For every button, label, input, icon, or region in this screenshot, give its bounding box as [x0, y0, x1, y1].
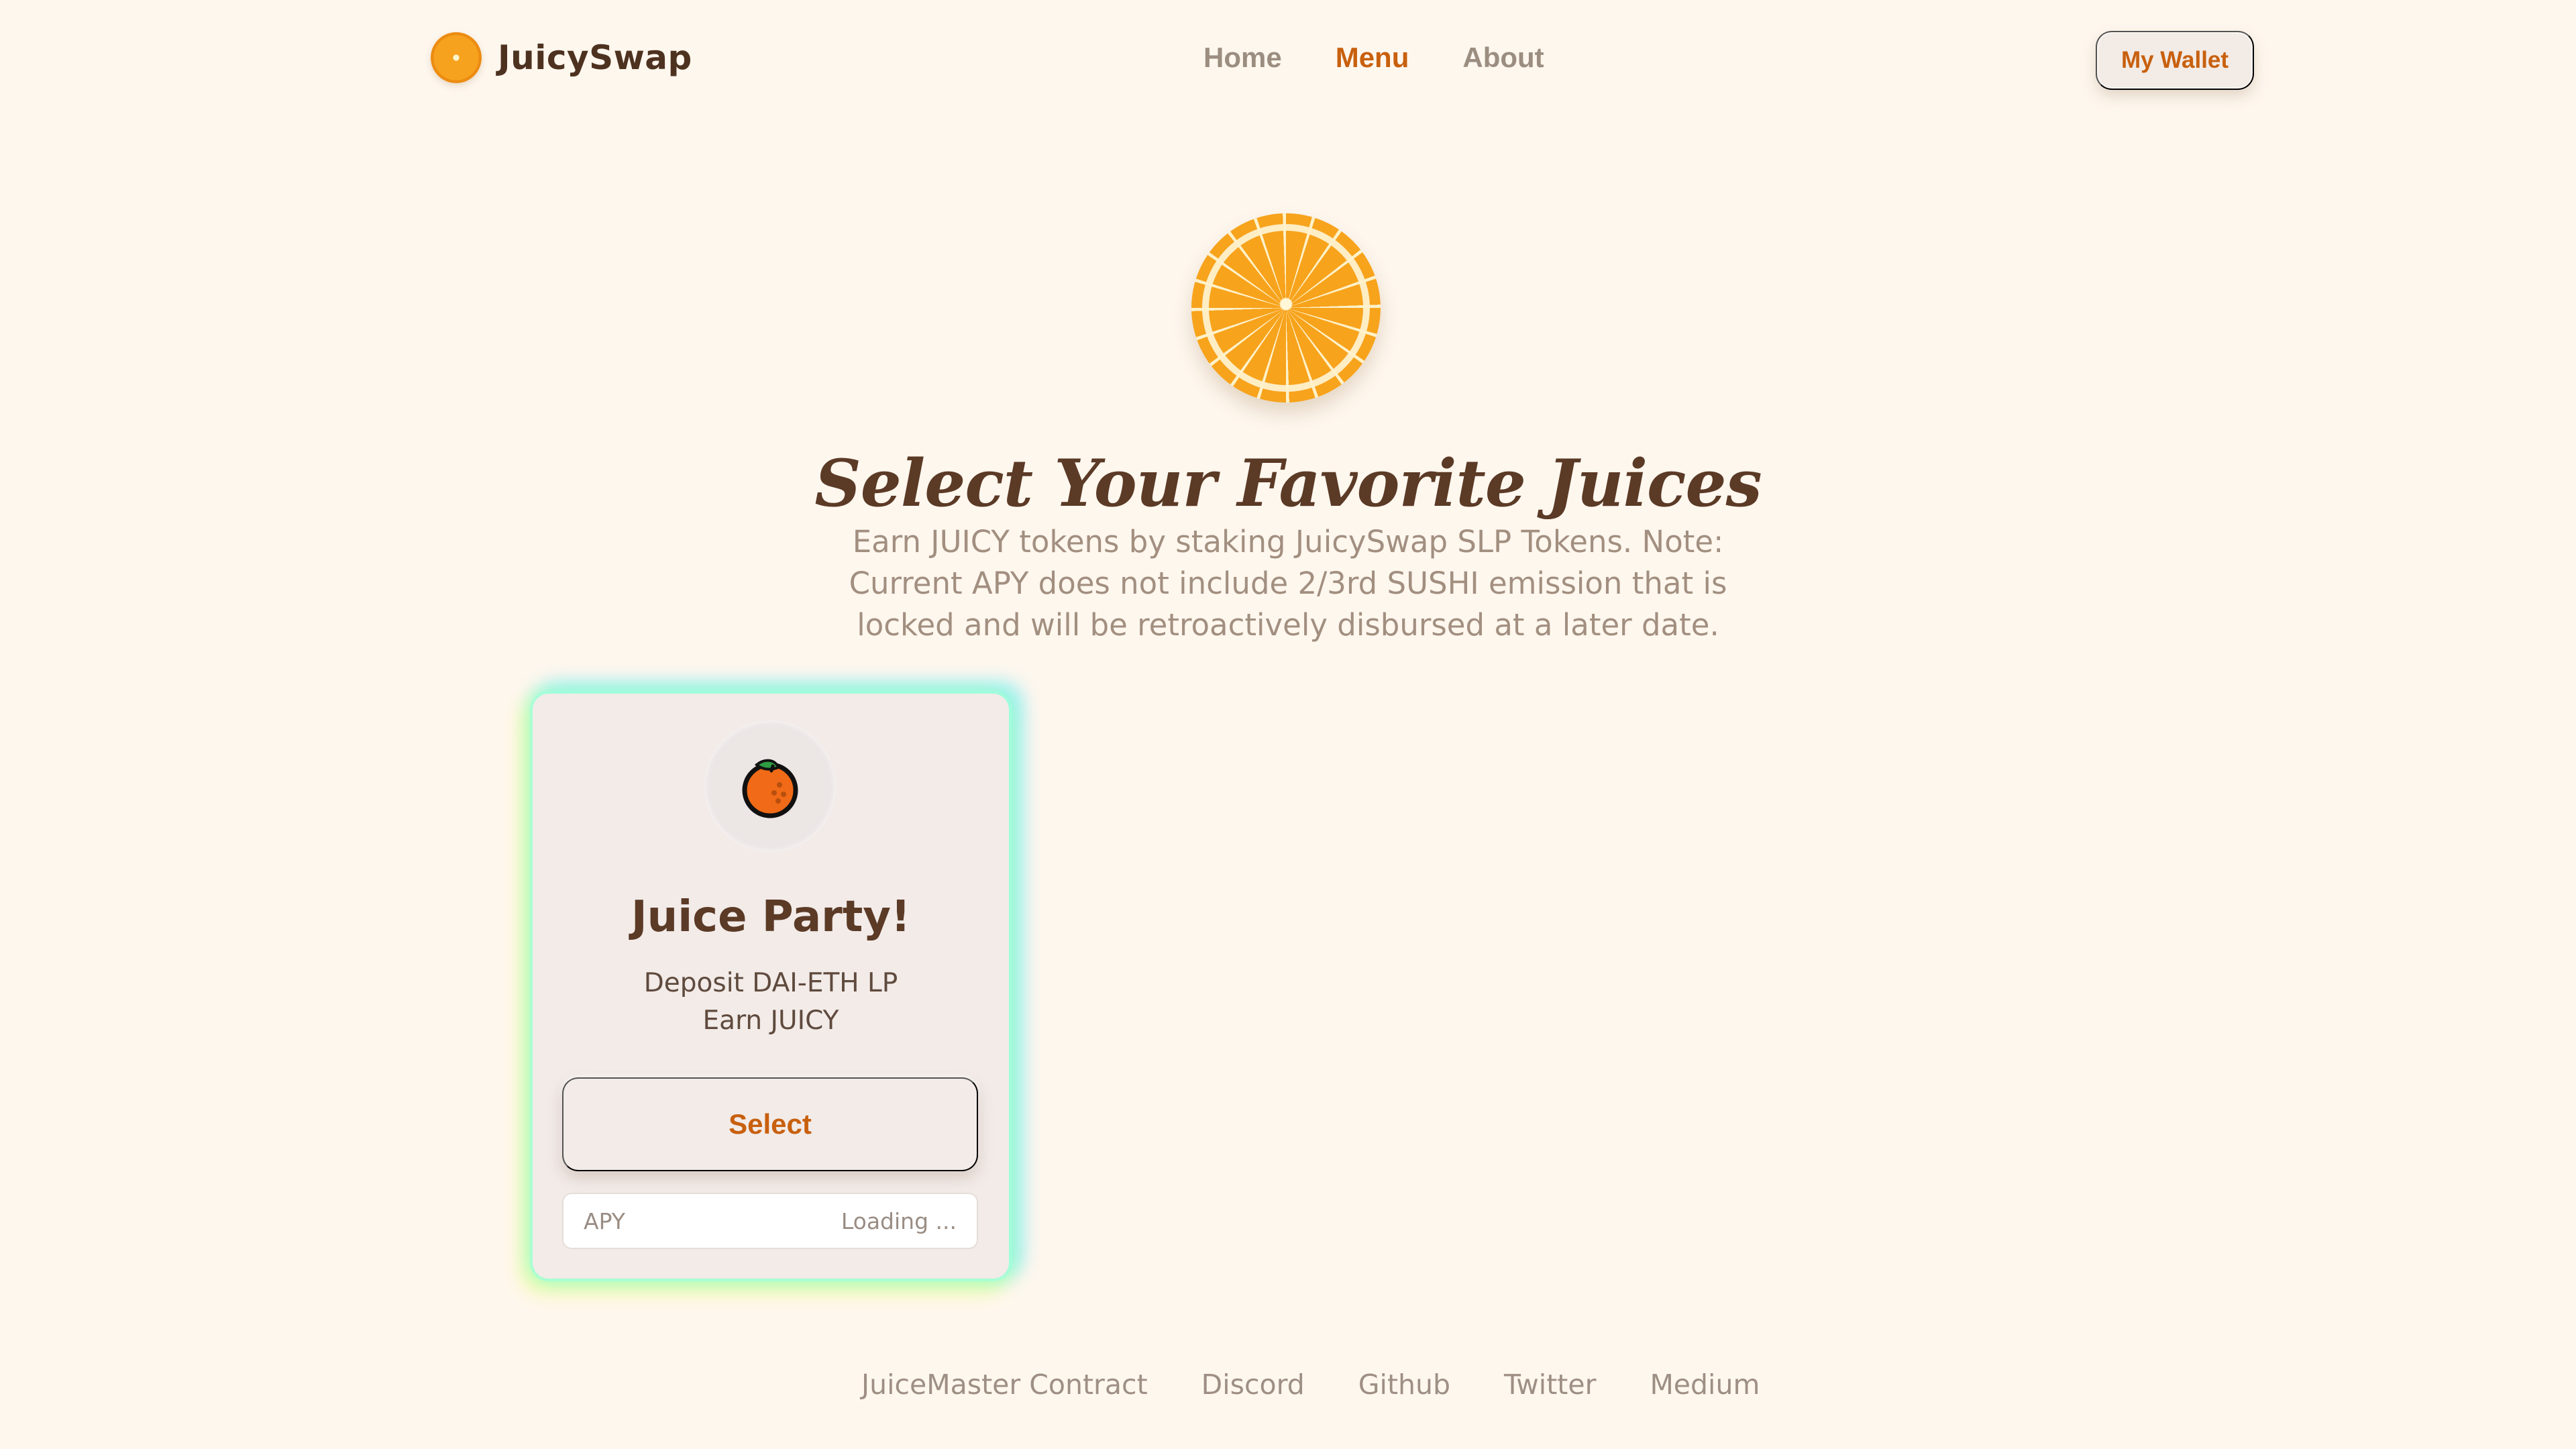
brand-logo[interactable]: JuicySwap [431, 32, 692, 83]
apy-value: Loading ... [841, 1208, 957, 1234]
apy-info: APY Loading ... [562, 1193, 978, 1249]
page-title: Select Your Favorite Juices [814, 445, 1762, 522]
footer-link-twitter[interactable]: Twitter [1504, 1368, 1596, 1401]
orange-slice-icon [431, 32, 482, 83]
tangerine-icon [742, 759, 798, 818]
card-description: Deposit DAI-ETH LP Earn JUICY [533, 965, 1009, 1040]
brand-name: JuicySwap [498, 38, 692, 77]
earn-text: Earn JUICY [702, 1006, 839, 1036]
apy-label: APY [584, 1208, 625, 1234]
page-subtitle: Earn JUICY tokens by staking JuicySwap S… [849, 524, 1727, 643]
juice-card: Juice Party! Deposit DAI-ETH LP Earn JUI… [533, 694, 1009, 1279]
footer-link-github[interactable]: Github [1358, 1368, 1450, 1401]
card-icon-container [704, 720, 836, 852]
card-title: Juice Party! [631, 892, 911, 942]
orange-slice-icon [1191, 213, 1381, 402]
my-wallet-button[interactable]: My Wallet [2096, 31, 2254, 90]
nav-about[interactable]: About [1462, 42, 1544, 74]
nav-home[interactable]: Home [1203, 42, 1282, 74]
footer-link-juicemaster-contract[interactable]: JuiceMaster Contract [861, 1368, 1148, 1401]
main-nav: Home Menu About [1203, 42, 1544, 74]
select-button[interactable]: Select [562, 1077, 978, 1171]
deposit-text: Deposit DAI-ETH LP [643, 968, 898, 998]
nav-menu[interactable]: Menu [1336, 42, 1409, 74]
top-header: JuicySwap Home Menu About My Wallet [0, 0, 2576, 127]
footer-link-medium[interactable]: Medium [1650, 1368, 1760, 1401]
footer-link-discord[interactable]: Discord [1201, 1368, 1305, 1401]
footer-links: JuiceMaster Contract Discord Github Twit… [861, 1368, 1760, 1401]
